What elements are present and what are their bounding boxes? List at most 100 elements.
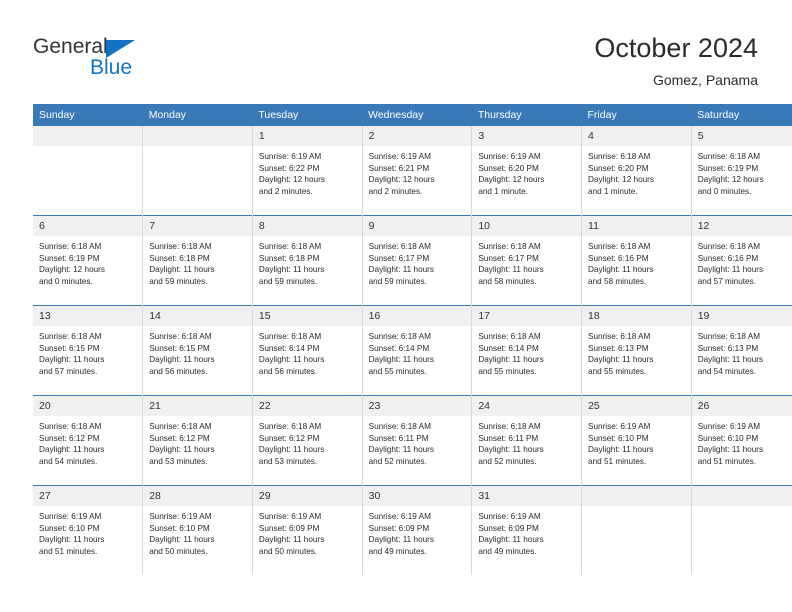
sunset-text: Sunset: 6:16 PM xyxy=(697,253,759,263)
calendar-day-cell[interactable]: 10 Sunrise: 6:18 AM Sunset: 6:17 PM Dayligh… xyxy=(471,215,583,306)
calendar-day-cell[interactable]: 7 Sunrise: 6:18 AM Sunset: 6:18 PM Daylight… xyxy=(142,215,253,306)
calendar-day-cell[interactable]: 21 Sunrise: 6:18 AM Sunset: 6:12 PM Dayligh… xyxy=(142,395,253,486)
sunrise-text: Sunrise: 6:19 AM xyxy=(588,422,651,431)
calendar-day-cell[interactable]: 6 Sunrise: 6:18 AM Sunset: 6:19 PM Daylight… xyxy=(33,215,144,306)
calendar-day-cell[interactable]: 2 Sunrise: 6:19 AM Sunset: 6:21 PM Daylight… xyxy=(362,126,473,216)
sunset-text: Sunset: 6:18 PM xyxy=(149,253,210,263)
daylight-text-line1: Daylight: 11 hours xyxy=(258,445,325,455)
calendar-week-row: 6 Sunrise: 6:18 AM Sunset: 6:19 PM Daylight… xyxy=(33,215,792,306)
day-number: 6 xyxy=(33,216,143,236)
day-details: Sunrise: 6:19 AM Sunset: 6:09 PM Daylight:… xyxy=(253,506,362,557)
calendar-day-cell[interactable]: 18 Sunrise: 6:18 AM Sunset: 6:13 PM Dayligh… xyxy=(581,305,692,396)
calendar-day-cell[interactable]: 14 Sunrise: 6:18 AM Sunset: 6:15 PM Dayligh… xyxy=(142,305,253,396)
daylight-text-line2: and 53 minutes. xyxy=(258,456,318,466)
weekday-header-friday: Friday xyxy=(581,104,692,126)
daylight-text-line1: Daylight: 12 hours xyxy=(697,175,764,185)
daylight-text-line1: Daylight: 11 hours xyxy=(368,535,434,545)
daylight-text-line2: and 59 minutes. xyxy=(258,276,318,286)
day-details: Sunrise: 6:18 AM Sunset: 6:18 PM Daylight:… xyxy=(253,236,362,287)
sunset-text: Sunset: 6:09 PM xyxy=(478,523,539,533)
calendar-day-cell[interactable]: 8 Sunrise: 6:18 AM Sunset: 6:18 PM Daylight… xyxy=(252,215,363,306)
calendar-day-cell[interactable]: 26 Sunrise: 6:19 AM Sunset: 6:10 PM Dayligh… xyxy=(691,395,792,486)
sunset-text: Sunset: 6:17 PM xyxy=(478,253,539,263)
calendar-day-cell[interactable]: 24 Sunrise: 6:18 AM Sunset: 6:11 PM Dayligh… xyxy=(471,395,583,486)
day-number: 31 xyxy=(472,486,582,506)
calendar-day-cell[interactable]: 4 Sunrise: 6:18 AM Sunset: 6:20 PM Daylight… xyxy=(581,126,692,216)
logo-text-blue: Blue xyxy=(90,56,133,79)
calendar-day-cell[interactable]: 23 Sunrise: 6:18 AM Sunset: 6:11 PM Dayligh… xyxy=(362,395,473,486)
sunset-text: Sunset: 6:20 PM xyxy=(478,163,539,173)
day-details: Sunrise: 6:18 AM Sunset: 6:15 PM Daylight:… xyxy=(143,326,252,377)
sunrise-text: Sunrise: 6:18 AM xyxy=(39,332,102,341)
daylight-text-line1: Daylight: 11 hours xyxy=(478,265,544,275)
daylight-text-line1: Daylight: 11 hours xyxy=(258,355,325,365)
page-header: General Blue October 2024 Gomez, Panama xyxy=(0,0,792,104)
day-details: Sunrise: 6:18 AM Sunset: 6:16 PM Daylight:… xyxy=(692,236,792,287)
calendar-day-cell[interactable]: 17 Sunrise: 6:18 AM Sunset: 6:14 PM Dayligh… xyxy=(471,305,583,396)
day-number: 1 xyxy=(252,126,362,146)
daylight-text-line2: and 2 minutes. xyxy=(258,186,313,196)
day-number: 18 xyxy=(582,306,691,326)
daylight-text-line1: Daylight: 11 hours xyxy=(149,265,215,275)
day-number xyxy=(691,486,792,506)
daylight-text-line1: Daylight: 12 hours xyxy=(478,175,545,185)
daylight-text-line1: Daylight: 11 hours xyxy=(368,445,434,455)
weekday-header-tuesday: Tuesday xyxy=(252,104,363,126)
calendar-week-row: 27 Sunrise: 6:19 AM Sunset: 6:10 PM Dayligh… xyxy=(33,485,792,575)
weekday-header-saturday: Saturday xyxy=(691,104,792,126)
daylight-text-line2: and 52 minutes. xyxy=(478,456,537,466)
sunset-text: Sunset: 6:15 PM xyxy=(39,343,100,353)
calendar-day-cell[interactable]: 27 Sunrise: 6:19 AM Sunset: 6:10 PM Dayligh… xyxy=(33,485,144,575)
calendar-day-cell[interactable]: 31 Sunrise: 6:19 AM Sunset: 6:09 PM Dayligh… xyxy=(471,485,583,575)
day-details: Sunrise: 6:19 AM Sunset: 6:09 PM Daylight:… xyxy=(363,506,472,557)
daylight-text-line2: and 1 minute. xyxy=(478,186,528,196)
daylight-text-line2: and 55 minutes. xyxy=(368,366,427,376)
daylight-text-line2: and 55 minutes. xyxy=(478,366,537,376)
sunrise-text: Sunrise: 6:18 AM xyxy=(258,242,322,251)
calendar-page: General Blue October 2024 Gomez, Panama … xyxy=(0,0,792,612)
daylight-text-line1: Daylight: 11 hours xyxy=(588,445,654,455)
sunset-text: Sunset: 6:19 PM xyxy=(697,163,759,173)
calendar-day-cell[interactable]: 15 Sunrise: 6:18 AM Sunset: 6:14 PM Dayligh… xyxy=(252,305,363,396)
calendar-day-cell[interactable]: 25 Sunrise: 6:19 AM Sunset: 6:10 PM Dayligh… xyxy=(581,395,692,486)
daylight-text-line2: and 58 minutes. xyxy=(588,276,647,286)
day-details: Sunrise: 6:19 AM Sunset: 6:22 PM Daylight:… xyxy=(253,146,362,197)
sunrise-text: Sunrise: 6:18 AM xyxy=(39,422,102,431)
calendar-day-cell[interactable]: 16 Sunrise: 6:18 AM Sunset: 6:14 PM Dayligh… xyxy=(362,305,473,396)
daylight-text-line1: Daylight: 11 hours xyxy=(258,265,325,275)
calendar-day-cell[interactable]: 11 Sunrise: 6:18 AM Sunset: 6:16 PM Dayligh… xyxy=(581,215,692,306)
daylight-text-line1: Daylight: 11 hours xyxy=(368,265,434,275)
calendar-day-cell[interactable]: 29 Sunrise: 6:19 AM Sunset: 6:09 PM Dayligh… xyxy=(252,485,363,575)
calendar-day-cell[interactable]: 28 Sunrise: 6:19 AM Sunset: 6:10 PM Dayligh… xyxy=(142,485,253,575)
sunrise-text: Sunrise: 6:19 AM xyxy=(149,512,212,521)
sunrise-text: Sunrise: 6:18 AM xyxy=(39,242,102,251)
calendar-week-row: 20 Sunrise: 6:18 AM Sunset: 6:12 PM Dayligh… xyxy=(33,395,792,486)
sunset-text: Sunset: 6:12 PM xyxy=(258,433,320,443)
sunrise-text: Sunrise: 6:18 AM xyxy=(258,332,322,341)
sunset-text: Sunset: 6:17 PM xyxy=(368,253,430,263)
calendar-day-cell[interactable]: 1 Sunrise: 6:19 AM Sunset: 6:22 PM Daylight… xyxy=(252,126,363,216)
sunrise-text: Sunrise: 6:19 AM xyxy=(368,152,431,161)
calendar-day-cell[interactable]: 12 Sunrise: 6:18 AM Sunset: 6:16 PM Dayligh… xyxy=(691,215,792,306)
daylight-text-line2: and 49 minutes. xyxy=(478,546,537,556)
day-details: Sunrise: 6:18 AM Sunset: 6:19 PM Daylight:… xyxy=(33,236,142,287)
sunrise-text: Sunrise: 6:18 AM xyxy=(368,242,431,251)
day-number: 21 xyxy=(143,396,252,416)
daylight-text-line1: Daylight: 11 hours xyxy=(478,445,544,455)
daylight-text-line2: and 51 minutes. xyxy=(697,456,756,466)
calendar-day-cell[interactable]: 9 Sunrise: 6:18 AM Sunset: 6:17 PM Daylight… xyxy=(362,215,473,306)
calendar-day-cell[interactable]: 22 Sunrise: 6:18 AM Sunset: 6:12 PM Dayligh… xyxy=(252,395,363,486)
calendar-day-cell[interactable]: 5 Sunrise: 6:18 AM Sunset: 6:19 PM Daylight… xyxy=(691,126,792,216)
calendar-day-cell[interactable]: 20 Sunrise: 6:18 AM Sunset: 6:12 PM Dayligh… xyxy=(33,395,144,486)
sunrise-text: Sunrise: 6:18 AM xyxy=(258,422,322,431)
daylight-text-line1: Daylight: 11 hours xyxy=(697,355,764,365)
calendar-day-cell[interactable]: 30 Sunrise: 6:19 AM Sunset: 6:09 PM Dayligh… xyxy=(362,485,473,575)
weekday-header-thursday: Thursday xyxy=(471,104,582,126)
calendar-day-cell[interactable]: 3 Sunrise: 6:19 AM Sunset: 6:20 PM Daylight… xyxy=(471,126,583,216)
day-details: Sunrise: 6:18 AM Sunset: 6:13 PM Daylight:… xyxy=(692,326,792,377)
calendar-day-cell[interactable]: 13 Sunrise: 6:18 AM Sunset: 6:15 PM Dayligh… xyxy=(33,305,144,396)
sunset-text: Sunset: 6:10 PM xyxy=(39,523,100,533)
sunrise-text: Sunrise: 6:18 AM xyxy=(368,332,431,341)
daylight-text-line1: Daylight: 11 hours xyxy=(149,355,215,365)
calendar-day-cell[interactable]: 19 Sunrise: 6:18 AM Sunset: 6:13 PM Dayligh… xyxy=(691,305,792,396)
